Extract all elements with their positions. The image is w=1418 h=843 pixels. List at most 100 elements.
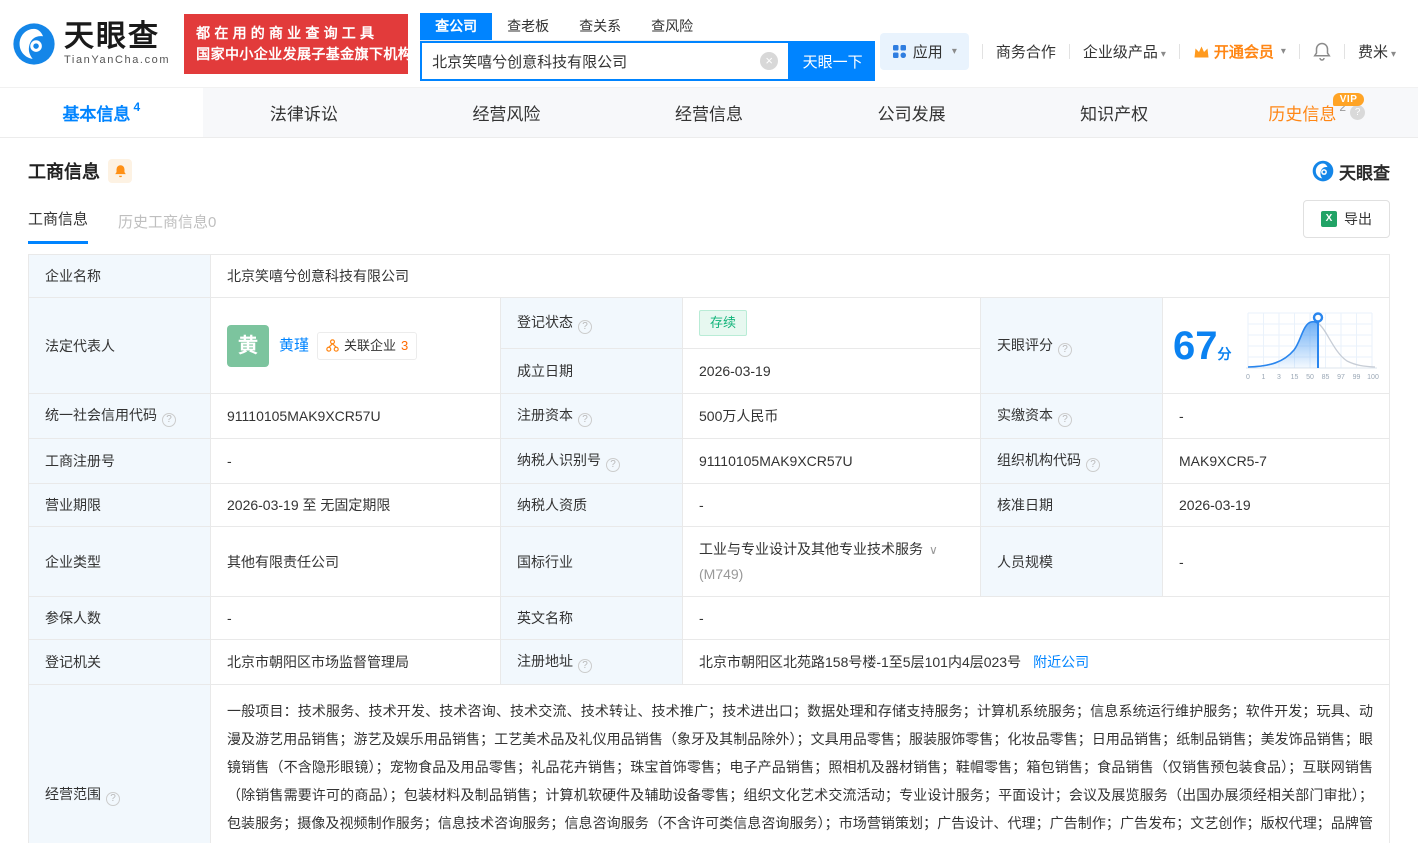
field-label: 核准日期 bbox=[980, 483, 1163, 527]
english-name-value: - bbox=[682, 596, 1390, 640]
help-icon[interactable]: ? bbox=[1350, 105, 1366, 120]
help-icon[interactable]: ? bbox=[578, 320, 592, 334]
excel-icon: X bbox=[1321, 211, 1337, 227]
taxpayer-quality-value: - bbox=[682, 483, 981, 527]
section-title: 工商信息 bbox=[28, 162, 100, 182]
tab-basic-info[interactable]: 基本信息 4 bbox=[0, 88, 203, 137]
field-label: 实缴资本? bbox=[980, 393, 1163, 439]
table-row: 统一社会信用代码? 91110105MAK9XCR57U 注册资本? 500万人… bbox=[28, 393, 1390, 439]
field-label: 企业类型 bbox=[28, 526, 211, 597]
business-scope-value: 一般项目：技术服务、技术开发、技术咨询、技术交流、技术转让、技术推广；技术进出口… bbox=[210, 684, 1390, 843]
help-icon[interactable]: ? bbox=[1058, 342, 1072, 357]
field-label: 组织机构代码? bbox=[980, 438, 1163, 484]
reg-address-value: 北京市朝阳区北苑路158号楼-1至5层101内4层023号 附近公司 bbox=[682, 639, 1390, 685]
table-row: 法定代表人 黄 黄瑾 关联企业 3 登记状态 ? 存续 天眼评分 ? 67分 0… bbox=[28, 297, 1390, 394]
avatar[interactable]: 黄 bbox=[227, 324, 269, 367]
tianyancha-logo[interactable]: 天眼查 TianYanCha.com bbox=[12, 19, 170, 66]
help-icon[interactable]: ? bbox=[606, 458, 620, 472]
tab-operation-risk[interactable]: 经营风险 bbox=[405, 88, 608, 137]
top-header: 天眼查 TianYanCha.com 都在用的商业查询工具 国家中小企业发展子基… bbox=[0, 0, 1418, 88]
insured-count-value: - bbox=[210, 596, 501, 640]
field-label: 登记状态? bbox=[500, 297, 683, 349]
field-label: 天眼评分? bbox=[980, 297, 1163, 394]
slogan-banner: 都在用的商业查询工具 国家中小企业发展子基金旗下机构 bbox=[184, 13, 413, 74]
chevron-down-icon[interactable]: ∨ bbox=[929, 543, 938, 557]
table-row: 营业期限 2026-03-19 至 无固定期限 纳税人资质 - 核准日期 202… bbox=[28, 483, 1390, 527]
help-icon[interactable]: ? bbox=[1086, 458, 1100, 472]
field-label: 注册资本? bbox=[500, 393, 683, 439]
slogan-line1: 都在用的商业查询工具 bbox=[196, 24, 379, 41]
field-label: 企业名称 bbox=[28, 254, 211, 298]
field-label: 国标行业 bbox=[500, 526, 683, 597]
search-tab-company[interactable]: 查公司 bbox=[420, 13, 493, 40]
credit-code-value: 91110105MAK9XCR57U bbox=[210, 393, 501, 439]
search-tab-risk[interactable]: 查风险 bbox=[636, 13, 708, 40]
help-icon[interactable]: ? bbox=[578, 413, 592, 427]
divider bbox=[981, 44, 983, 59]
reg-status-value: 存续 bbox=[682, 297, 981, 349]
status-badge: 存续 bbox=[699, 310, 748, 336]
tab-company-development[interactable]: 公司发展 bbox=[810, 88, 1013, 137]
divider bbox=[1343, 44, 1345, 59]
apps-menu-button[interactable]: 应用 ▾ bbox=[879, 33, 969, 70]
taxpayer-id-value: 91110105MAK9XCR57U bbox=[682, 438, 981, 484]
field-label: 纳税人识别号? bbox=[500, 438, 683, 484]
username: 费米 bbox=[1357, 44, 1388, 61]
tab-operation-info[interactable]: 经营信息 bbox=[608, 88, 811, 137]
divider bbox=[1178, 44, 1180, 59]
industry-code: (M749) bbox=[699, 566, 744, 582]
org-code-value: MAK9XCR5-7 bbox=[1162, 438, 1390, 484]
reg-number-value: - bbox=[210, 438, 501, 484]
svg-text:99: 99 bbox=[1353, 374, 1361, 381]
business-term-value: 2026-03-19 至 无固定期限 bbox=[210, 483, 501, 527]
field-label: 经营范围? bbox=[28, 684, 211, 843]
field-label: 法定代表人 bbox=[28, 297, 211, 394]
svg-text:100: 100 bbox=[1367, 374, 1379, 381]
nav-user-menu[interactable]: 费米 ▾ bbox=[1358, 41, 1396, 62]
search-area: 查公司 查老板 查关系 查风险 × 天眼一下 bbox=[420, 0, 876, 81]
field-label: 成立日期 bbox=[500, 348, 683, 394]
tab-intellectual-property[interactable]: 知识产权 bbox=[1013, 88, 1216, 137]
legal-rep-link[interactable]: 黄瑾 bbox=[279, 336, 309, 356]
nav-open-membership[interactable]: 开通会员 ▾ bbox=[1193, 41, 1286, 62]
nav-enterprise-products[interactable]: 企业级产品 ▾ bbox=[1083, 41, 1166, 62]
reg-authority-value: 北京市朝阳区市场监督管理局 bbox=[210, 639, 501, 685]
export-button[interactable]: X 导出 bbox=[1303, 200, 1390, 238]
search-input[interactable] bbox=[432, 52, 761, 70]
search-tab-relation[interactable]: 查关系 bbox=[564, 13, 636, 40]
nav-business-cooperation[interactable]: 商务合作 bbox=[996, 41, 1056, 62]
caret-down-icon: ▾ bbox=[1160, 49, 1166, 60]
help-icon[interactable]: ? bbox=[162, 413, 176, 427]
legal-rep-cell: 黄 黄瑾 关联企业 3 bbox=[210, 297, 501, 394]
help-icon[interactable]: ? bbox=[106, 792, 120, 806]
brand-name: 天眼查 bbox=[64, 19, 160, 53]
svg-text:0: 0 bbox=[1246, 374, 1250, 381]
related-companies-badge[interactable]: 关联企业 3 bbox=[317, 331, 418, 360]
nearby-companies-link[interactable]: 附近公司 bbox=[1033, 654, 1089, 670]
field-label: 英文名称 bbox=[500, 596, 683, 640]
divider bbox=[1298, 44, 1300, 59]
subtab-history-business-info[interactable]: 历史工商信息0 bbox=[118, 211, 216, 244]
subtab-business-info[interactable]: 工商信息 bbox=[28, 208, 89, 244]
score-marker-pin-icon bbox=[1312, 311, 1324, 323]
clear-search-icon[interactable]: × bbox=[760, 52, 779, 70]
notification-bell-icon[interactable] bbox=[1313, 42, 1331, 61]
search-button[interactable]: 天眼一下 bbox=[790, 41, 876, 81]
slogan-line2: 国家中小企业发展子基金旗下机构 bbox=[196, 45, 413, 62]
svg-text:15: 15 bbox=[1291, 374, 1299, 381]
search-tab-boss[interactable]: 查老板 bbox=[492, 13, 564, 40]
help-icon[interactable]: ? bbox=[578, 659, 592, 673]
field-label: 营业期限 bbox=[28, 483, 211, 527]
help-icon[interactable]: ? bbox=[1058, 413, 1072, 427]
subscribe-bell-icon[interactable] bbox=[108, 159, 132, 183]
vip-badge: VIP bbox=[1332, 93, 1365, 106]
company-type-value: 其他有限责任公司 bbox=[210, 526, 501, 597]
staff-size-value: - bbox=[1162, 526, 1390, 597]
svg-text:3: 3 bbox=[1277, 374, 1281, 381]
table-row: 企业名称 北京笑嘻兮创意科技有限公司 bbox=[28, 254, 1390, 298]
tab-legal-litigation[interactable]: 法律诉讼 bbox=[203, 88, 406, 137]
table-row: 经营范围? 一般项目：技术服务、技术开发、技术咨询、技术交流、技术转让、技术推广… bbox=[28, 684, 1390, 843]
caret-down-icon: ▾ bbox=[1280, 46, 1286, 57]
tab-history-info[interactable]: 历史信息 2 ? VIP bbox=[1215, 88, 1418, 137]
field-label: 统一社会信用代码? bbox=[28, 393, 211, 439]
